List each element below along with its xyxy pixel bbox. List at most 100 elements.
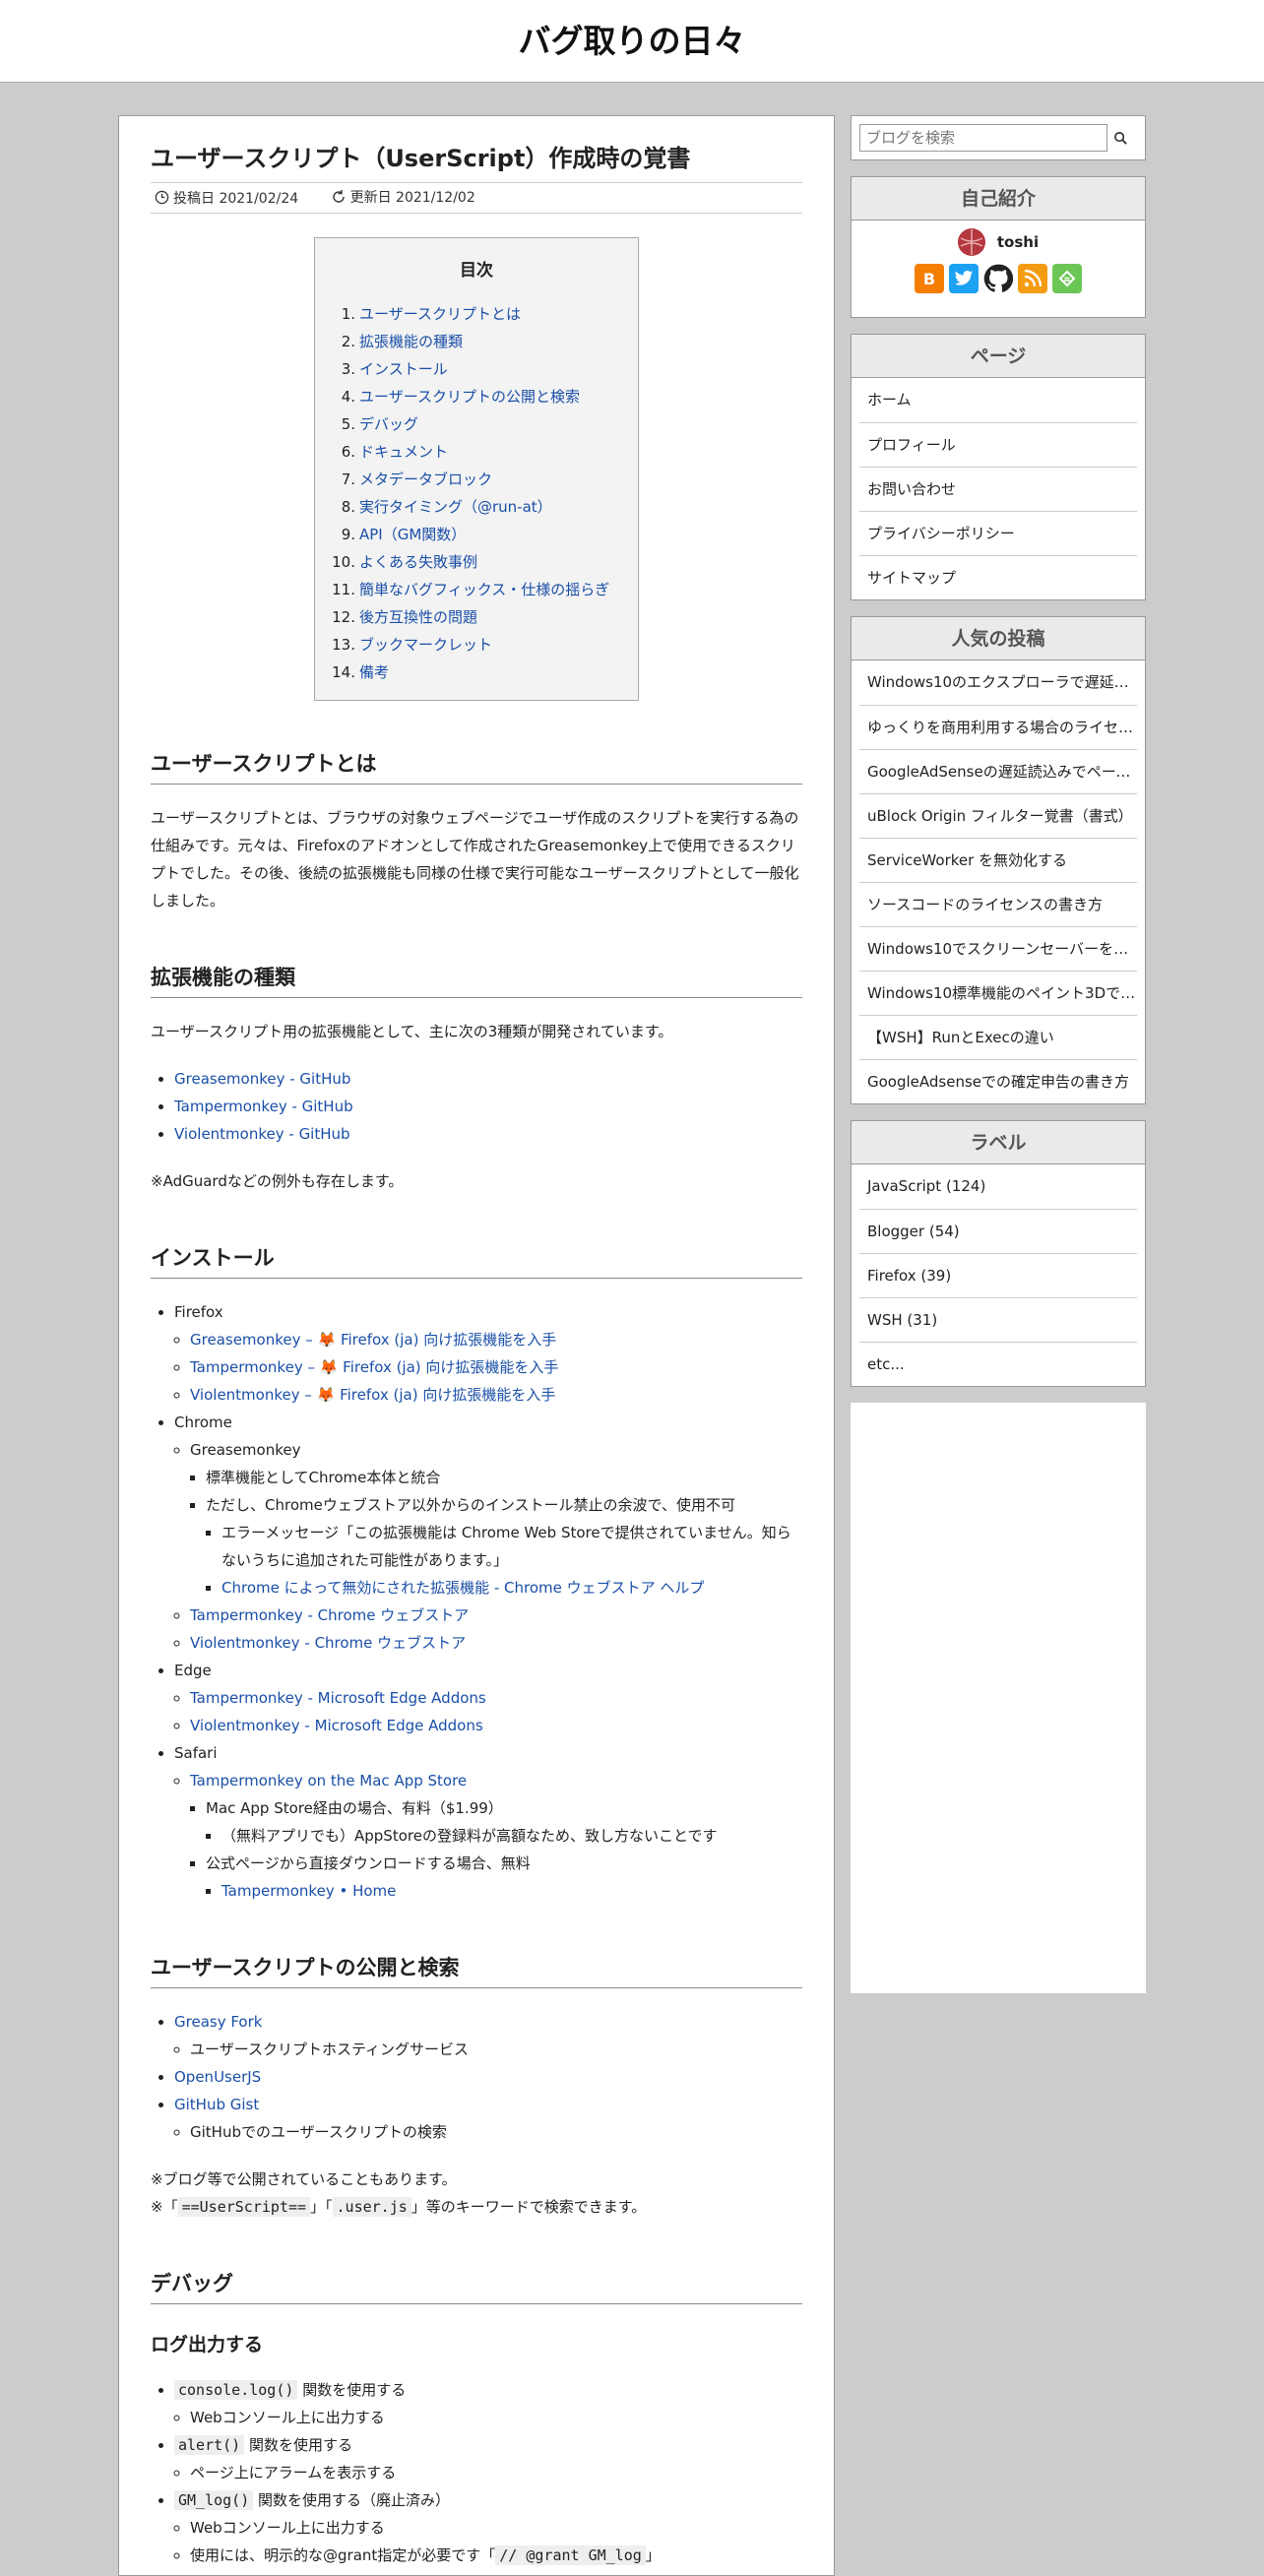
- safari-free: 公式ページから直接ダウンロードする場合、無料: [206, 1854, 531, 1873]
- gm-log-text: 関数を使用する（廃止済み）: [258, 2491, 451, 2510]
- profile-name[interactable]: toshi: [997, 233, 1039, 251]
- popular-posts-list: Windows10のエクスプローラで遅延する問題ゆっくりを商用利用する場合のライ…: [852, 660, 1145, 1103]
- link-chrome-tampermonkey[interactable]: Tampermonkey - Chrome ウェブストア: [190, 1606, 469, 1624]
- toc-link[interactable]: API（GM関数）: [359, 526, 466, 543]
- table-of-contents: 目次 1. ユーザースクリプトとは 2. 拡張機能の種類 3. インストール 4. ユーザース…: [314, 237, 639, 702]
- post-title: ユーザースクリプト（UserScript）作成時の覚書: [151, 145, 691, 172]
- toc-link[interactable]: よくある失敗事例: [359, 553, 477, 571]
- feedly-icon[interactable]: [1052, 264, 1082, 293]
- site-title[interactable]: バグ取りの日々: [0, 0, 1264, 83]
- section-heading-install: インストール: [151, 1242, 802, 1280]
- blogger-icon[interactable]: B: [915, 264, 944, 293]
- updated-text: 更新日 2021/12/02: [349, 190, 475, 207]
- code-grant-gm-log: // @grant GM_log: [495, 2545, 646, 2566]
- social-icons: B: [852, 264, 1145, 293]
- label-link[interactable]: WSH (31): [859, 1297, 1137, 1342]
- toc-link[interactable]: メタデータブロック: [359, 471, 492, 488]
- link-tampermonkey-github[interactable]: Tampermonkey - GitHub: [174, 1098, 353, 1115]
- console-log-desc: Webコンソール上に出力する: [190, 2404, 802, 2431]
- install-firefox: Firefox: [174, 1303, 223, 1322]
- link-edge-violentmonkey[interactable]: Violentmonkey - Microsoft Edge Addons: [190, 1717, 483, 1734]
- popular-post-link[interactable]: ソースコードのライセンスの書き方: [859, 882, 1137, 926]
- search-widget: [851, 115, 1146, 160]
- popular-post-link[interactable]: Windows10標準機能のペイント3Dで画像編集: [859, 971, 1137, 1015]
- toc-item-number: 1.: [341, 305, 355, 324]
- toc-link[interactable]: ユーザースクリプトとは: [359, 305, 521, 323]
- toc-link[interactable]: ドキュメント: [359, 443, 448, 461]
- search-button[interactable]: [1107, 124, 1133, 152]
- rss-icon[interactable]: [1018, 264, 1047, 293]
- section-body-userscript: ユーザースクリプトとは、ブラウザの対象ウェブページでユーザ作成のスクリプトを実行…: [151, 809, 799, 911]
- popular-post-link[interactable]: uBlock Origin フィルター覚書（書式）: [859, 793, 1137, 838]
- label-link[interactable]: Firefox (39): [859, 1253, 1137, 1297]
- subheading-logging: ログ出力する: [151, 2334, 264, 2356]
- toc-item: 8. 実行タイミング（@run-at）: [331, 493, 622, 521]
- refresh-icon: [332, 190, 345, 203]
- link-openuserjs[interactable]: OpenUserJS: [174, 2068, 261, 2086]
- toc-link[interactable]: 備考: [359, 663, 389, 681]
- toc-item-number: 10.: [332, 553, 355, 572]
- popular-post-link[interactable]: GoogleAdSenseの遅延読込みでページ速度を改善: [859, 749, 1137, 793]
- link-github-gist[interactable]: GitHub Gist: [174, 2096, 259, 2113]
- updated-date: 更新日 2021/12/02: [331, 187, 489, 207]
- gm-log-desc: Webコンソール上に出力する: [190, 2514, 802, 2542]
- section-heading-extensions: 拡張機能の種類: [151, 962, 802, 999]
- link-chrome-help[interactable]: Chrome によって無効にされた拡張機能 - Chrome ウェブストア ヘル…: [221, 1579, 704, 1597]
- gm-log-grant-note: 使用には、明示的な@grant指定が必要です「// @grant GM_log」: [190, 2542, 802, 2569]
- search-input[interactable]: [859, 124, 1107, 152]
- code-console-log: console.log(): [174, 2380, 298, 2401]
- site-header: バグ取りの日々: [0, 0, 1264, 83]
- label-link[interactable]: etc...: [859, 1342, 1137, 1386]
- toc-item: 3. インストール: [331, 355, 622, 383]
- toc-item: 9. API（GM関数）: [331, 521, 622, 548]
- link-ff-greasemonkey[interactable]: Greasemonkey – 🦊 Firefox (ja) 向け拡張機能を入手: [190, 1331, 556, 1349]
- toc-title: 目次: [460, 261, 493, 282]
- alert-desc: ページ上にアラームを表示する: [190, 2459, 802, 2486]
- code-gm-log: GM_log(): [174, 2490, 254, 2511]
- toc-link[interactable]: ユーザースクリプトの公開と検索: [359, 388, 580, 406]
- publish-list: Greasy Fork ユーザースクリプトホスティングサービス OpenUser…: [151, 2008, 802, 2146]
- toc-link[interactable]: ブックマークレット: [359, 636, 492, 654]
- publish-note-2-pre: ※「: [151, 2198, 178, 2217]
- link-violentmonkey-github[interactable]: Violentmonkey - GitHub: [174, 1125, 350, 1143]
- post-meta: 投稿日 2021/02/24 更新日 2021/12/02: [151, 182, 802, 215]
- link-greasy-fork[interactable]: Greasy Fork: [174, 2013, 262, 2031]
- popular-post-link[interactable]: Windows10でスクリーンセーバーを設定する: [859, 926, 1137, 971]
- link-tampermonkey-home[interactable]: Tampermonkey • Home: [221, 1882, 396, 1900]
- page-link[interactable]: プライバシーポリシー: [859, 511, 1137, 555]
- page-link[interactable]: サイトマップ: [859, 555, 1137, 599]
- toc-link[interactable]: 実行タイミング（@run-at）: [359, 498, 552, 516]
- twitter-icon[interactable]: [949, 264, 979, 293]
- publish-notes: ※ブログ等で公開されていることもあります。 ※「 ==UserScript== 」「…: [151, 2166, 802, 2221]
- toc-link[interactable]: 簡単なバグフィックス・仕様の揺らぎ: [359, 581, 609, 598]
- popular-post-link[interactable]: 【WSH】RunとExecの違い: [859, 1015, 1137, 1059]
- label-link[interactable]: Blogger (54): [859, 1209, 1137, 1253]
- toc-item: 7. メタデータブロック: [331, 466, 622, 493]
- link-ff-violentmonkey[interactable]: Violentmonkey – 🦊 Firefox (ja) 向け拡張機能を入手: [190, 1386, 555, 1404]
- popular-post-link[interactable]: ServiceWorker を無効化する: [859, 838, 1137, 882]
- toc-link[interactable]: 後方互換性の問題: [359, 608, 477, 626]
- toc-link[interactable]: デバッグ: [359, 415, 418, 433]
- page-link[interactable]: プロフィール: [859, 422, 1137, 467]
- pages-list: ホーム プロフィール お問い合わせ プライバシーポリシー サイトマップ: [852, 378, 1145, 599]
- debug-list: console.log() 関数を使用する Webコンソール上に出力する ale…: [151, 2376, 802, 2569]
- link-chrome-violentmonkey[interactable]: Violentmonkey - Chrome ウェブストア: [190, 1634, 466, 1652]
- github-icon[interactable]: [983, 264, 1013, 293]
- popular-posts-heading: 人気の投稿: [852, 617, 1145, 660]
- publish-note-2-post: 」等のキーワードで検索できます。: [411, 2198, 647, 2217]
- link-safari-appstore[interactable]: Tampermonkey on the Mac App Store: [190, 1772, 467, 1790]
- label-link[interactable]: JavaScript (124): [859, 1164, 1137, 1209]
- labels-heading: ラベル: [852, 1121, 1145, 1164]
- toc-item-number: 4.: [341, 388, 355, 407]
- link-greasemonkey-github[interactable]: Greasemonkey - GitHub: [174, 1070, 350, 1088]
- link-edge-tampermonkey[interactable]: Tampermonkey - Microsoft Edge Addons: [190, 1689, 486, 1707]
- link-ff-tampermonkey[interactable]: Tampermonkey – 🦊 Firefox (ja) 向け拡張機能を入手: [190, 1358, 558, 1376]
- popular-post-link[interactable]: GoogleAdsenseでの確定申告の書き方: [859, 1059, 1137, 1103]
- page-link[interactable]: ホーム: [859, 378, 1137, 422]
- popular-post-link[interactable]: ゆっくりを商用利用する場合のライセンス: [859, 705, 1137, 749]
- avatar[interactable]: [957, 228, 985, 256]
- toc-link[interactable]: インストール: [359, 360, 448, 378]
- toc-link[interactable]: 拡張機能の種類: [359, 333, 463, 350]
- page-link[interactable]: お問い合わせ: [859, 467, 1137, 511]
- popular-post-link[interactable]: Windows10のエクスプローラで遅延する問題: [859, 660, 1137, 705]
